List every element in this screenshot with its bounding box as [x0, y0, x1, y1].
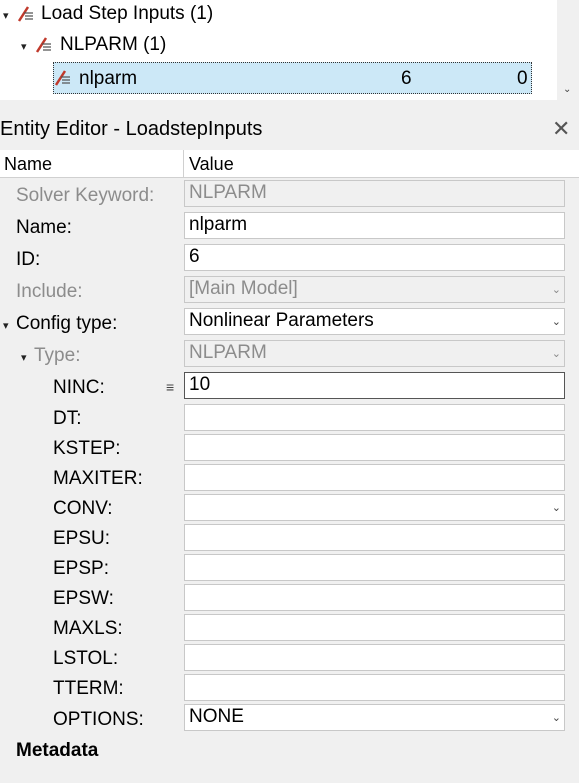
tree-item-id: 6	[401, 68, 412, 89]
type-dropdown: NLPARM ⌄	[184, 340, 565, 367]
lstol-field[interactable]	[184, 644, 565, 671]
epsw-field[interactable]	[184, 584, 565, 611]
id-label: ID:	[16, 249, 41, 270]
lstol-label: LSTOL:	[53, 648, 119, 669]
tree-scrollbar[interactable]: ⌄	[557, 0, 579, 100]
tree-item-col2: 0	[517, 68, 528, 89]
chevron-down-icon[interactable]: ⌄	[552, 501, 561, 514]
chevron-down-icon: ⌄	[551, 284, 561, 296]
epsp-field[interactable]	[184, 554, 565, 581]
name-field[interactable]: nlparm	[184, 212, 565, 239]
metadata-section-label: Metadata	[16, 740, 99, 761]
menu-lines-icon[interactable]: ≡	[166, 379, 174, 395]
collapse-caret-icon[interactable]: ▾	[3, 319, 9, 332]
maxiter-field[interactable]	[184, 464, 565, 491]
maxls-label: MAXLS:	[53, 618, 123, 639]
conv-label: CONV:	[53, 498, 113, 519]
dt-label: DT:	[53, 408, 82, 429]
options-label: OPTIONS:	[53, 709, 144, 730]
maxiter-label: MAXITER:	[53, 468, 143, 489]
solver-keyword-field: NLPARM	[184, 180, 565, 207]
tree-item-label: nlparm	[79, 68, 138, 89]
collapse-caret-icon[interactable]: ▾	[3, 9, 9, 22]
solver-keyword-label: Solver Keyword:	[16, 185, 155, 206]
include-label: Include:	[16, 281, 83, 302]
id-field[interactable]: 6	[184, 244, 565, 271]
chevron-down-icon[interactable]: ⌄	[552, 315, 561, 328]
property-table-header: Name Value	[0, 150, 579, 178]
collapse-caret-icon[interactable]: ▾	[21, 40, 27, 53]
tterm-label: TTERM:	[53, 678, 124, 699]
scrollbar-thumb[interactable]	[557, 0, 579, 80]
chevron-down-icon[interactable]: ⌄	[563, 84, 571, 95]
conv-dropdown[interactable]: ⌄	[184, 494, 565, 521]
loadstep-icon	[35, 37, 51, 53]
epsu-label: EPSU:	[53, 528, 111, 549]
include-dropdown: [Main Model] ⌄	[184, 276, 565, 303]
tree-node-label: Load Step Inputs (1)	[41, 3, 214, 24]
dt-field[interactable]	[184, 404, 565, 431]
chevron-down-icon: ⌄	[551, 348, 561, 360]
column-divider[interactable]	[183, 150, 184, 177]
column-header-name: Name	[4, 154, 53, 174]
entity-editor-title: Entity Editor - LoadstepInputs	[0, 118, 263, 140]
epsp-label: EPSP:	[53, 558, 109, 579]
config-type-dropdown[interactable]: Nonlinear Parameters ⌄	[184, 308, 565, 335]
tree-node-label: NLPARM (1)	[60, 34, 167, 55]
ninc-label: NINC:	[53, 377, 105, 398]
maxls-field[interactable]	[184, 614, 565, 641]
model-tree: ▾ Load Step Inputs (1) ▾ NLPARM (1) nlpa…	[0, 0, 579, 100]
name-label: Name:	[16, 217, 72, 238]
ninc-field[interactable]: 10	[184, 372, 565, 399]
kstep-field[interactable]	[184, 434, 565, 461]
options-dropdown[interactable]: NONE ⌄	[184, 704, 565, 731]
loadstep-icon	[54, 70, 70, 86]
config-type-label: Config type:	[16, 313, 118, 334]
kstep-label: KSTEP:	[53, 438, 121, 459]
chevron-down-icon[interactable]: ⌄	[552, 711, 561, 724]
collapse-caret-icon[interactable]: ▾	[21, 351, 27, 364]
tterm-field[interactable]	[184, 674, 565, 701]
column-header-value: Value	[189, 154, 234, 174]
loadstep-icon	[17, 6, 33, 22]
epsu-field[interactable]	[184, 524, 565, 551]
close-icon[interactable]: ✕	[552, 116, 570, 142]
epsw-label: EPSW:	[53, 588, 114, 609]
type-label: Type:	[34, 345, 81, 366]
